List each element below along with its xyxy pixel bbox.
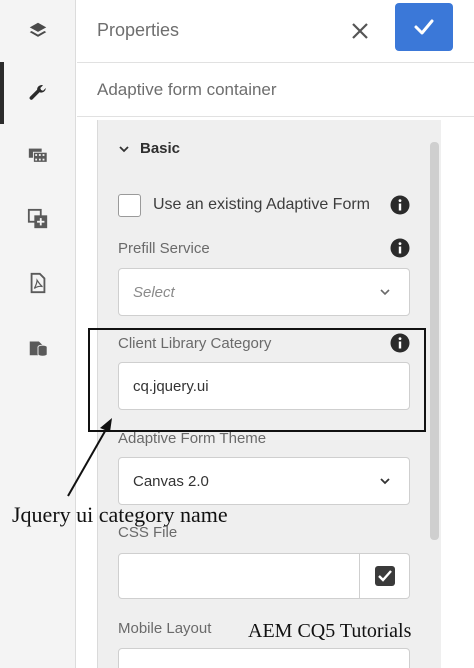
rail-document-button[interactable] xyxy=(0,252,76,314)
panel-header: Properties xyxy=(77,0,474,62)
chevron-down-icon xyxy=(119,145,129,152)
section-label: Basic xyxy=(140,140,181,157)
rail-layers-button[interactable] xyxy=(0,0,76,62)
side-rail xyxy=(0,0,76,668)
jquery-caption: Jquery ui category name xyxy=(12,502,228,527)
form-theme-value: Canvas 2.0 xyxy=(133,472,209,490)
checkmark-icon xyxy=(414,19,434,35)
panel-title: Properties xyxy=(97,20,180,40)
form-theme-select[interactable]: Canvas 2.0 xyxy=(118,457,410,505)
component-name: Adaptive form container xyxy=(97,80,277,99)
mobile-layout-select[interactable] xyxy=(118,648,410,668)
subtitle-divider xyxy=(77,116,474,117)
info-icon[interactable] xyxy=(390,195,410,215)
close-button[interactable] xyxy=(342,13,378,49)
aem-caption: AEM CQ5 Tutorials xyxy=(248,620,412,642)
database-icon xyxy=(29,341,48,357)
info-icon[interactable] xyxy=(390,238,410,258)
close-icon xyxy=(352,23,368,39)
rail-assets-button[interactable] xyxy=(0,124,76,186)
checkbox-checked-icon xyxy=(374,566,395,586)
use-existing-form-checkbox[interactable] xyxy=(118,194,141,217)
css-file-input[interactable] xyxy=(118,553,360,599)
header-divider xyxy=(77,62,474,63)
annotation-highlight-box xyxy=(88,328,426,432)
wrench-icon xyxy=(29,84,46,100)
film-icon xyxy=(28,148,48,163)
css-file-browse-button[interactable] xyxy=(360,553,410,599)
prefill-service-select[interactable]: Select xyxy=(118,268,410,316)
prefill-service-label: Prefill Service xyxy=(118,240,210,257)
rail-properties-button[interactable] xyxy=(0,62,76,124)
form-theme-label: Adaptive Form Theme xyxy=(118,430,267,447)
rail-data-button[interactable] xyxy=(0,316,76,378)
pdf-icon xyxy=(30,272,46,294)
chevron-down-icon xyxy=(380,478,390,485)
prefill-service-placeholder: Select xyxy=(133,283,175,301)
done-button[interactable] xyxy=(395,3,453,51)
section-header-basic[interactable]: Basic xyxy=(118,140,180,157)
panel-scrollbar[interactable] xyxy=(430,142,439,540)
use-existing-form-label: Use an existing Adaptive Form xyxy=(153,196,370,213)
mobile-layout-label: Mobile Layout xyxy=(118,620,212,637)
add-page-icon xyxy=(27,208,48,229)
layers-icon xyxy=(29,22,47,37)
chevron-down-icon xyxy=(380,289,390,296)
rail-components-button[interactable] xyxy=(0,188,76,250)
